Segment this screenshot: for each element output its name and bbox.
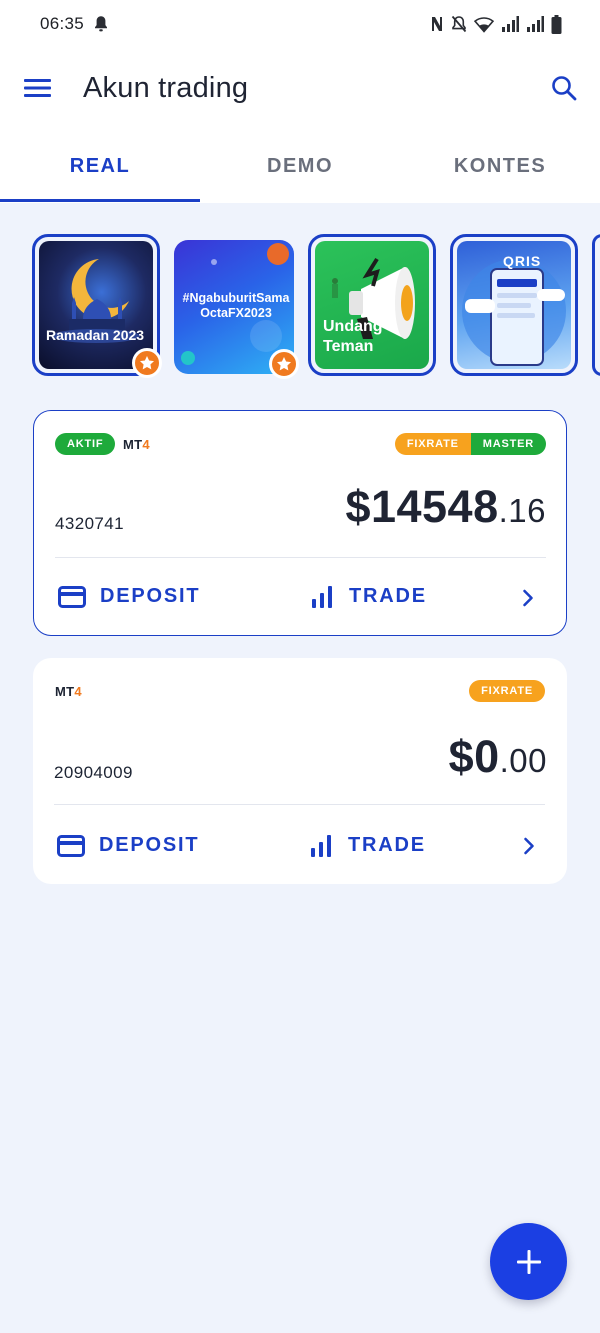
story-qris-image: QRIS bbox=[457, 241, 571, 369]
story-ramadan[interactable]: Ramadan 2023 bbox=[32, 234, 162, 378]
signal-icon bbox=[502, 16, 519, 32]
trade-button[interactable]: TRADE bbox=[310, 834, 426, 857]
tab-kontes[interactable]: KONTES bbox=[400, 140, 600, 203]
signal-icon bbox=[527, 16, 544, 32]
platform-suffix: 4 bbox=[74, 684, 82, 699]
search-icon bbox=[552, 76, 577, 101]
tab-demo[interactable]: DEMO bbox=[200, 140, 400, 203]
card-icon bbox=[57, 834, 85, 857]
account-card[interactable]: AKTIF MT4 FIXRATE MASTER 4320741 $14548.… bbox=[33, 410, 567, 636]
bell-icon bbox=[95, 16, 107, 32]
account-type-tabs: REAL DEMO KONTES bbox=[0, 140, 600, 203]
account-number: 20904009 bbox=[54, 763, 133, 782]
status-bar: 06:35 bbox=[0, 0, 600, 48]
add-account-button[interactable] bbox=[490, 1223, 567, 1300]
star-icon bbox=[277, 357, 291, 371]
platform-label: MT4 bbox=[55, 684, 82, 699]
star-badge bbox=[132, 348, 162, 378]
active-badge: AKTIF bbox=[55, 433, 116, 455]
status-icons bbox=[430, 14, 562, 34]
deposit-label: DEPOSIT bbox=[100, 585, 201, 607]
wifi-icon bbox=[474, 16, 494, 33]
story-ngabuburit[interactable]: #NgabuburitSama OctaFX2023 bbox=[174, 240, 299, 379]
fixrate-badge: FIXRATE bbox=[394, 433, 471, 455]
header-area: 06:35 Akun trading REAL DEMO KONTES bbox=[0, 0, 600, 203]
nfc-icon bbox=[432, 17, 442, 31]
menu-icon bbox=[24, 79, 51, 97]
page-title: Akun trading bbox=[83, 72, 249, 104]
menu-button[interactable] bbox=[20, 70, 56, 106]
star-badge bbox=[269, 349, 299, 379]
platform-prefix: MT bbox=[123, 437, 143, 452]
story-qris-label: QRIS bbox=[503, 253, 542, 269]
account-number: 4320741 bbox=[55, 514, 124, 533]
story-ngabuburit-label: #NgabuburitSama OctaFX2023 bbox=[182, 291, 290, 320]
search-button[interactable] bbox=[546, 70, 582, 106]
account-card[interactable]: MT4 FIXRATE 20904009 $0.00 DEPOSIT TRADE bbox=[33, 658, 567, 884]
story-partial[interactable] bbox=[592, 234, 600, 376]
stories-row: Ramadan 2023 #NgabuburitSama OctaFX2023 bbox=[32, 234, 600, 379]
deposit-button[interactable]: DEPOSIT bbox=[58, 585, 200, 608]
story-undang-teman-image: Undang Teman bbox=[315, 241, 429, 369]
account-details-button[interactable] bbox=[517, 834, 541, 858]
master-badge: MASTER bbox=[470, 433, 546, 455]
story-undang-teman[interactable]: Undang Teman bbox=[308, 234, 436, 376]
balance-main: $0 bbox=[448, 731, 500, 782]
story-qris[interactable]: QRIS bbox=[450, 234, 578, 376]
platform-label: MT4 bbox=[123, 437, 150, 452]
divider bbox=[54, 804, 545, 805]
story-undang-teman-label: Undang Teman bbox=[323, 318, 383, 355]
balance-cents: .00 bbox=[499, 742, 547, 779]
balance-cents: .16 bbox=[498, 492, 546, 529]
account-balance: $0.00 bbox=[449, 731, 547, 783]
platform-suffix: 4 bbox=[142, 437, 150, 452]
mute-bell-icon bbox=[451, 15, 467, 33]
chevron-right-icon bbox=[523, 589, 533, 607]
mosque-illustration bbox=[52, 259, 140, 343]
status-time: 06:35 bbox=[40, 14, 85, 33]
trade-button[interactable]: TRADE bbox=[311, 585, 427, 608]
battery-icon bbox=[551, 14, 562, 34]
deposit-label: DEPOSIT bbox=[99, 834, 200, 856]
divider bbox=[55, 557, 546, 558]
story-ramadan-image: Ramadan 2023 bbox=[39, 241, 153, 369]
tab-real[interactable]: REAL bbox=[0, 140, 200, 203]
chevron-right-icon bbox=[524, 837, 534, 855]
trade-label: TRADE bbox=[348, 834, 426, 856]
account-details-button[interactable] bbox=[516, 586, 540, 610]
card-icon bbox=[58, 585, 86, 608]
plus-icon bbox=[516, 1249, 541, 1274]
trade-label: TRADE bbox=[349, 585, 427, 607]
tag-group: FIXRATE MASTER bbox=[394, 433, 546, 455]
app-bar: Akun trading bbox=[0, 58, 600, 122]
platform-prefix: MT bbox=[55, 684, 75, 699]
balance-main: $14548 bbox=[345, 481, 499, 532]
bar-chart-icon bbox=[311, 834, 331, 857]
account-balance: $14548.16 bbox=[345, 481, 546, 533]
bar-chart-icon bbox=[312, 585, 332, 608]
deposit-button[interactable]: DEPOSIT bbox=[57, 834, 199, 857]
story-ramadan-label: Ramadan 2023 bbox=[46, 327, 145, 343]
star-icon bbox=[140, 356, 154, 370]
fixrate-badge: FIXRATE bbox=[469, 680, 545, 702]
